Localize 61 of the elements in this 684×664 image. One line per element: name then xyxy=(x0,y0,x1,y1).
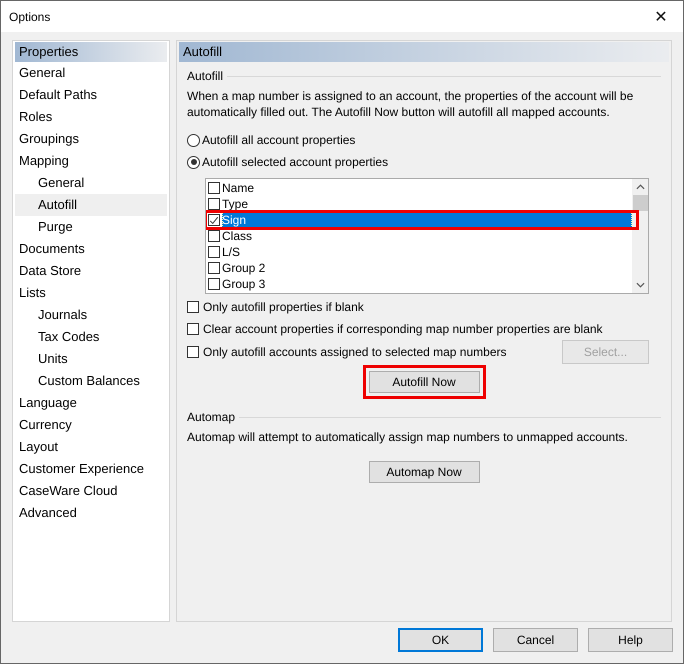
radio-button[interactable] xyxy=(187,134,200,146)
dialog-button[interactable]: OK xyxy=(398,628,483,652)
sidebar-item[interactable]: Data Store xyxy=(15,260,167,282)
list-item[interactable]: Type xyxy=(222,196,632,212)
sidebar-item[interactable]: Customer Experience xyxy=(15,458,167,480)
checkbox[interactable] xyxy=(187,346,199,358)
sidebar-item[interactable]: Lists xyxy=(15,282,167,304)
checkbox[interactable] xyxy=(208,246,220,258)
sidebar-item[interactable]: Groupings xyxy=(15,128,167,150)
sidebar-item[interactable]: Custom Balances xyxy=(15,370,167,392)
sidebar-item[interactable]: Layout xyxy=(15,436,167,458)
scroll-up-icon[interactable] xyxy=(636,184,644,190)
scrollbar[interactable] xyxy=(632,179,648,293)
list-item[interactable]: Group 2 xyxy=(222,260,632,276)
close-button[interactable]: ✕ xyxy=(639,1,683,32)
sidebar-item[interactable]: Advanced xyxy=(15,502,167,524)
dialog-button[interactable]: Help xyxy=(588,628,673,652)
checkbox[interactable] xyxy=(208,262,220,274)
checkbox[interactable] xyxy=(208,278,220,290)
checkbox[interactable] xyxy=(208,230,220,242)
sidebar-header: Properties xyxy=(15,42,167,62)
list-item[interactable]: Class xyxy=(222,228,632,244)
dialog-button[interactable]: Cancel xyxy=(493,628,578,652)
checkbox[interactable] xyxy=(187,323,199,335)
checkbox[interactable] xyxy=(208,182,220,194)
checkbox-label: Clear account properties if corresponding map number properties are blank xyxy=(203,322,603,336)
sidebar-item[interactable]: Autofill xyxy=(15,194,167,216)
sidebar-item[interactable]: Roles xyxy=(15,106,167,128)
list-item[interactable]: L/S xyxy=(222,244,632,260)
autofill-now-button[interactable]: Autofill Now xyxy=(368,371,480,393)
radio-label: Autofill all account properties xyxy=(202,133,356,147)
sidebar-item[interactable]: Documents xyxy=(15,238,167,260)
radio-label: Autofill selected account properties xyxy=(202,155,388,169)
sidebar-item[interactable]: Mapping xyxy=(15,150,167,172)
description-text: When a map number is assigned to an account, the properties of the account will be automatically filled out. The Autofill Now button will autofill all mapped accounts. xyxy=(187,88,634,120)
sidebar-item[interactable]: General xyxy=(15,172,167,194)
group-title: Autofill xyxy=(187,69,224,83)
description-text: Automap will attempt to automatically assign map numbers to unmapped accounts. xyxy=(187,429,629,445)
checkbox[interactable] xyxy=(208,214,220,226)
sidebar-item[interactable]: Journals xyxy=(15,304,167,326)
sidebar-item[interactable]: Tax Codes xyxy=(15,326,167,348)
automap-now-button[interactable]: Automap Now xyxy=(368,461,480,483)
checkbox-label: Only autofill accounts assigned to selected map numbers xyxy=(203,345,506,359)
sidebar-item[interactable]: Default Paths xyxy=(15,84,167,106)
sidebar-item[interactable]: Purge xyxy=(15,216,167,238)
sidebar-item[interactable]: General xyxy=(15,62,167,84)
scroll-down-icon[interactable] xyxy=(636,282,644,288)
sidebar-item[interactable]: Language xyxy=(15,392,167,414)
checkbox-label: Only autofill properties if blank xyxy=(203,300,364,314)
panel-header: Autofill xyxy=(179,42,669,62)
checkbox[interactable] xyxy=(187,301,199,313)
list-item[interactable]: Name xyxy=(222,180,632,196)
sidebar-item[interactable]: Currency xyxy=(15,414,167,436)
sidebar-item[interactable]: CaseWare Cloud xyxy=(15,480,167,502)
checkbox[interactable] xyxy=(208,198,220,210)
sidebar-item[interactable]: Units xyxy=(15,348,167,370)
scroll-thumb[interactable] xyxy=(632,195,648,211)
list-item[interactable]: Group 3 xyxy=(222,276,632,292)
window-title: Options xyxy=(9,10,50,24)
group-title: Automap xyxy=(187,410,236,424)
radio-button[interactable] xyxy=(187,156,200,168)
